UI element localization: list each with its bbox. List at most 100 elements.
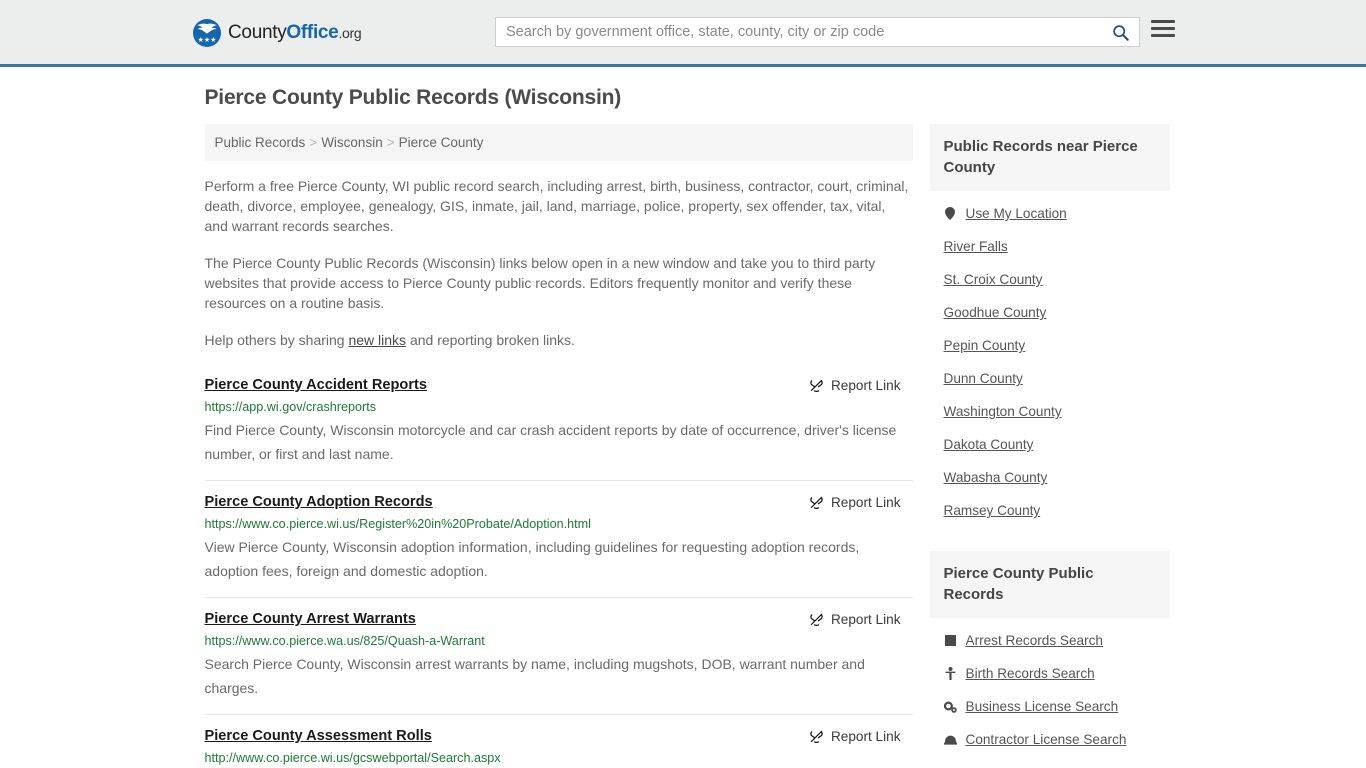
breadcrumb-separator: > xyxy=(386,135,395,150)
sidebar-item-birth-records-search[interactable]: Birth Records Search xyxy=(944,657,1170,690)
hard-hat-icon xyxy=(943,734,957,745)
sidebar-link-label[interactable]: Contractor License Search xyxy=(966,732,1127,747)
sidebar-link-label[interactable]: River Falls xyxy=(944,239,1008,254)
result-item: Pierce County Assessment Rolls Report Li… xyxy=(204,714,913,768)
countyoffice-logo-icon: ★★★ xyxy=(193,19,221,47)
sidebar-link-label[interactable]: Dakota County xyxy=(944,437,1034,452)
sidebar-item-contractor-license-search[interactable]: Contractor License Search xyxy=(943,723,1170,756)
search-button[interactable] xyxy=(1101,18,1139,46)
baby-icon xyxy=(944,667,957,680)
main-column: Public Records > Wisconsin > Pierce County P… xyxy=(196,124,913,768)
report-link-button[interactable]: Report Link xyxy=(809,612,913,627)
logo-org-text: .org xyxy=(338,25,362,41)
new-links-link[interactable]: new links xyxy=(348,332,406,348)
search-input[interactable] xyxy=(496,18,1101,46)
sidebar-link-label[interactable]: Birth Records Search xyxy=(966,666,1095,681)
sidebar-link-label[interactable]: Business License Search xyxy=(966,699,1119,714)
sidebar: Public Records near Pierce County Use My… xyxy=(929,124,1170,756)
broken-link-icon xyxy=(810,613,823,627)
result-description: Find Pierce County, Wisconsin motorcycle… xyxy=(204,422,897,462)
sidebar-county-records-list: Arrest Records Search Birth Records Sear… xyxy=(930,618,1170,756)
search-icon xyxy=(1112,24,1129,41)
sidebar-county-records-heading: Pierce County Public Records xyxy=(929,551,1170,618)
result-item: Pierce County Adoption Records Report Li… xyxy=(204,480,913,597)
map-pin-icon xyxy=(944,207,957,220)
breadcrumb-separator: > xyxy=(309,135,318,150)
sidebar-item-goodhue-county[interactable]: Goodhue County xyxy=(944,296,1170,329)
sidebar-item-use-my-location[interactable]: Use My Location xyxy=(944,197,1170,230)
content-container: Public Records > Wisconsin > Pierce County P… xyxy=(196,124,1171,768)
result-description: Search Pierce County, Wisconsin arrest w… xyxy=(204,656,865,696)
report-link-label: Report Link xyxy=(830,729,901,744)
help-prefix-text: Help others by sharing xyxy=(204,332,349,348)
result-header: Pierce County Adoption Records Report Li… xyxy=(205,494,913,510)
result-header: Pierce County Assessment Rolls Report Li… xyxy=(205,728,913,744)
result-url: http://www.co.pierce.wi.us/gcswebportal/… xyxy=(204,751,501,765)
result-header: Pierce County Arrest Warrants Report Lin… xyxy=(205,611,913,627)
sidebar-link-label[interactable]: Wabasha County xyxy=(944,470,1048,485)
sidebar-link-label[interactable]: Goodhue County xyxy=(944,305,1047,320)
result-title-link[interactable]: Pierce County Assessment Rolls xyxy=(205,728,432,744)
search-bar[interactable] xyxy=(495,17,1140,47)
breadcrumb-item-pierce-county[interactable]: Pierce County xyxy=(399,135,484,150)
sidebar-item-washington-county[interactable]: Washington County xyxy=(944,395,1170,428)
sidebar-link-label[interactable]: Washington County xyxy=(944,404,1062,419)
sidebar-link-label[interactable]: Ramsey County xyxy=(944,503,1041,518)
page-body: Pierce County Public Records (Wisconsin)… xyxy=(0,67,1366,768)
result-item: Pierce County Arrest Warrants Report Lin… xyxy=(204,597,913,714)
site-logo[interactable]: ★★★ CountyOffice.org xyxy=(193,19,362,47)
sidebar-link-label[interactable]: St. Croix County xyxy=(944,272,1043,287)
result-url: https://www.co.pierce.wa.us/825/Quash-a-… xyxy=(204,634,485,648)
hamburger-bar xyxy=(1151,34,1175,37)
results-list: Pierce County Accident Reports Report Li… xyxy=(204,372,913,768)
breadcrumb-item-wisconsin[interactable]: Wisconsin xyxy=(321,135,383,150)
logo-office-text: Office xyxy=(286,22,339,43)
sidebar-item-ramsey-county[interactable]: Ramsey County xyxy=(944,494,1170,527)
sidebar-item-dakota-county[interactable]: Dakota County xyxy=(944,428,1170,461)
report-link-label: Report Link xyxy=(830,495,901,510)
sidebar-item-dunn-county[interactable]: Dunn County xyxy=(944,362,1170,395)
intro-text: Perform a free Pierce County, WI public … xyxy=(205,176,913,350)
result-description: View Pierce County, Wisconsin adoption i… xyxy=(204,539,860,579)
sidebar-item-wabasha-county[interactable]: Wabasha County xyxy=(944,461,1170,494)
result-header: Pierce County Accident Reports Report Li… xyxy=(205,377,913,393)
intro-paragraph-1: Perform a free Pierce County, WI public … xyxy=(204,178,909,234)
hamburger-menu-icon[interactable] xyxy=(1151,20,1175,37)
report-link-label: Report Link xyxy=(830,612,901,627)
hamburger-bar xyxy=(1151,20,1175,23)
help-suffix-text: and reporting broken links. xyxy=(406,332,575,348)
result-title-link[interactable]: Pierce County Adoption Records xyxy=(205,494,433,510)
sidebar-item-arrest-records-search[interactable]: Arrest Records Search xyxy=(944,624,1170,657)
result-url: https://app.wi.gov/crashreports xyxy=(204,400,377,414)
sidebar-item-st-croix-county[interactable]: St. Croix County xyxy=(944,263,1170,296)
sidebar-link-label[interactable]: Pepin County xyxy=(944,338,1026,353)
hamburger-bar xyxy=(1151,27,1175,30)
sidebar-item-river-falls[interactable]: River Falls xyxy=(944,230,1170,263)
sidebar-nearby-heading: Public Records near Pierce County xyxy=(929,124,1170,191)
sidebar-item-business-license-search[interactable]: Business License Search xyxy=(943,690,1170,723)
report-link-button[interactable]: Report Link xyxy=(809,495,913,510)
sidebar-nearby-list: Use My Location River Falls St. Croix Co… xyxy=(930,191,1170,527)
broken-link-icon xyxy=(810,496,823,510)
sidebar-link-label[interactable]: Arrest Records Search xyxy=(966,633,1104,648)
sidebar-item-pepin-county[interactable]: Pepin County xyxy=(944,329,1170,362)
sidebar-nearby-box: Public Records near Pierce County Use My… xyxy=(929,124,1170,527)
result-title-link[interactable]: Pierce County Accident Reports xyxy=(205,377,427,393)
report-link-button[interactable]: Report Link xyxy=(809,729,913,744)
logo-county-text: County xyxy=(228,22,287,43)
sidebar-link-label[interactable]: Dunn County xyxy=(944,371,1023,386)
site-logo-text: CountyOffice.org xyxy=(228,22,362,44)
result-item: Pierce County Accident Reports Report Li… xyxy=(205,372,913,480)
breadcrumb: Public Records > Wisconsin > Pierce County xyxy=(204,124,913,161)
report-link-button[interactable]: Report Link xyxy=(809,378,913,393)
broken-link-icon xyxy=(810,379,823,393)
sidebar-link-label[interactable]: Use My Location xyxy=(966,206,1067,221)
result-url: https://www.co.pierce.wi.us/Register%20i… xyxy=(204,517,591,531)
sidebar-county-records-box: Pierce County Public Records Arrest Reco… xyxy=(929,551,1170,756)
result-title-link[interactable]: Pierce County Arrest Warrants xyxy=(205,611,416,627)
site-header: ★★★ CountyOffice.org xyxy=(0,0,1366,67)
page-title: Pierce County Public Records (Wisconsin) xyxy=(204,86,622,109)
breadcrumb-item-public-records[interactable]: Public Records xyxy=(215,135,306,150)
eagle-icon xyxy=(197,23,217,34)
intro-paragraph-2: The Pierce County Public Records (Wiscon… xyxy=(204,255,876,311)
